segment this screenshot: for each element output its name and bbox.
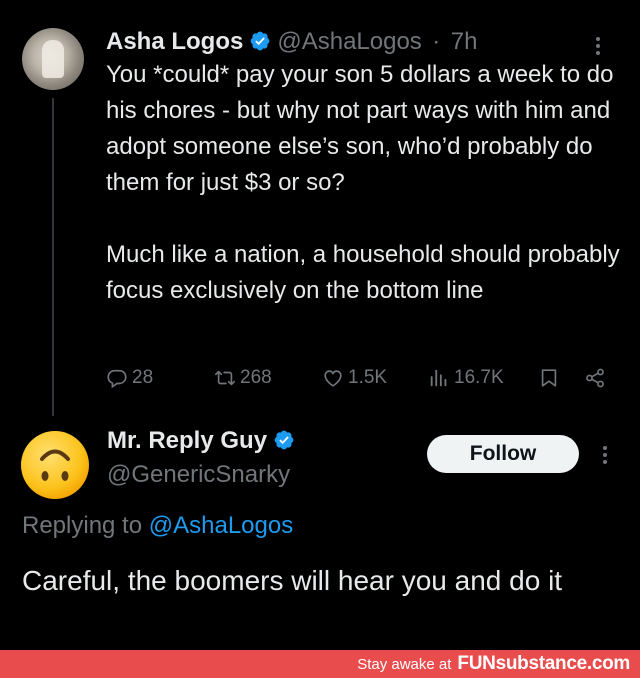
heart-icon <box>324 370 342 387</box>
watermark-tagline: Stay awake at <box>357 655 452 673</box>
tweet-header: Asha Logos @AshaLogos · 7h <box>106 27 477 60</box>
replying-to-line: Replying to @AshaLogos <box>22 509 293 543</box>
views-action[interactable]: 16.7K <box>428 364 504 392</box>
more-options-icon[interactable] <box>603 443 607 467</box>
retweet-icon <box>215 370 235 386</box>
share-action[interactable] <box>584 364 610 392</box>
upside-down-face-emoji-avatar[interactable] <box>20 430 90 500</box>
time-separator: · <box>432 28 441 55</box>
thread-connector-line <box>52 98 54 416</box>
bookmark-action[interactable] <box>538 364 564 392</box>
retweet-action[interactable]: 268 <box>214 364 272 392</box>
more-options-icon[interactable] <box>596 34 600 58</box>
reply-author-row: Mr. Reply Guy <box>107 424 295 461</box>
views-count: 16.7K <box>454 367 504 388</box>
tweet-paragraph: Much like a nation, a household should p… <box>106 241 620 304</box>
bookmark-icon <box>541 369 557 387</box>
tweet-body: You *could* pay your son 5 dollars a wee… <box>106 57 631 309</box>
verified-badge-icon <box>250 31 270 51</box>
reply-author-handle[interactable]: @GenericSnarky <box>107 459 290 491</box>
author-name[interactable]: Asha Logos <box>106 28 243 55</box>
like-count: 1.5K <box>348 367 388 388</box>
reply-action[interactable]: 28 <box>106 364 153 392</box>
share-icon <box>586 368 604 388</box>
site-watermark-banner: Stay awake at FUNsubstance.com <box>0 650 640 678</box>
replying-to-mention[interactable]: @AshaLogos <box>149 512 293 539</box>
reply-count: 28 <box>132 367 154 388</box>
replying-to-label: Replying to <box>22 512 143 539</box>
tweet-paragraph: You *could* pay your son 5 dollars a wee… <box>106 61 614 196</box>
views-icon <box>430 369 447 387</box>
author-handle[interactable]: @AshaLogos <box>277 28 421 55</box>
tweet-time[interactable]: 7h <box>451 28 478 55</box>
reply-body: Careful, the boomers will hear you and d… <box>22 565 563 596</box>
reply-icon <box>107 369 127 389</box>
watermark-brand: FUNsubstance.com <box>457 653 630 674</box>
follow-button[interactable]: Follow <box>427 435 579 473</box>
reply-author-name[interactable]: Mr. Reply Guy <box>107 427 267 454</box>
retweet-count: 268 <box>240 367 272 388</box>
author-avatar[interactable] <box>22 28 84 90</box>
like-action[interactable]: 1.5K <box>322 364 387 392</box>
verified-badge-icon <box>274 430 294 450</box>
